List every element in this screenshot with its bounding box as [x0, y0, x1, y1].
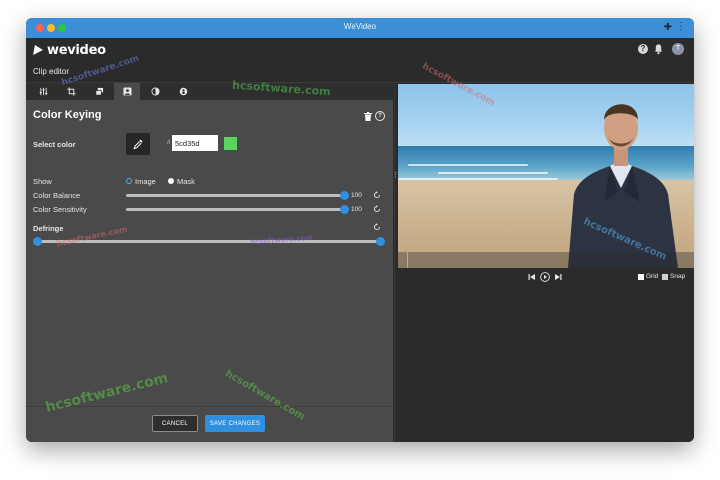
play-icon[interactable] [540, 272, 550, 282]
show-image-radio[interactable] [126, 178, 132, 184]
color-sensitivity-track[interactable] [126, 208, 344, 211]
defringe-max-thumb[interactable] [376, 237, 385, 246]
color-sensitivity-thumb[interactable] [339, 205, 349, 214]
snap-checkbox[interactable] [662, 274, 668, 280]
mask-icon [179, 87, 187, 96]
clip-editor-header: Clip editor [26, 62, 694, 83]
cancel-button[interactable]: CANCEL [152, 415, 198, 432]
show-mask-radio[interactable] [168, 178, 174, 184]
bell-icon[interactable] [653, 43, 664, 55]
preview-wave [408, 164, 528, 166]
logo-mark-icon [33, 45, 44, 55]
section-title: Color Keying [33, 109, 102, 121]
avatar[interactable]: T [672, 43, 684, 55]
editor-tabbar [26, 83, 393, 100]
logo-text: wevideo [47, 42, 106, 58]
tab-layers[interactable] [86, 83, 112, 100]
color-balance-label: Color Balance [33, 191, 81, 200]
app-window: WeVideo ✚ ⋮ wevideo ? T Clip editor Colo… [26, 18, 694, 442]
defringe-min-thumb[interactable] [33, 237, 42, 246]
color-swatch[interactable] [224, 137, 237, 150]
color-balance-thumb[interactable] [339, 191, 349, 200]
help-circle-icon[interactable]: ? [638, 44, 648, 54]
hex-hash-label: # [167, 140, 171, 146]
crop-icon [66, 87, 76, 96]
wevideo-logo[interactable]: wevideo [33, 42, 106, 58]
color-sensitivity-label: Color Sensitivity [33, 205, 87, 214]
footer-divider [26, 406, 393, 407]
reset-icon[interactable] [373, 191, 381, 199]
tab-crop[interactable] [58, 83, 84, 100]
skip-back-icon[interactable] [528, 273, 536, 281]
color-sensitivity-value: 100 [351, 206, 362, 213]
tab-mask[interactable] [170, 83, 196, 100]
trash-icon[interactable] [364, 112, 372, 121]
skip-forward-icon[interactable] [554, 273, 562, 281]
eyedropper-button[interactable] [126, 133, 150, 155]
kebab-menu-icon[interactable]: ⋮ [676, 21, 686, 32]
playhead[interactable] [407, 252, 408, 268]
eyedropper-icon [133, 139, 143, 150]
contrast-icon [150, 87, 160, 96]
defringe-track[interactable] [37, 240, 381, 243]
hex-color-input[interactable] [172, 135, 218, 151]
grid-label: Grid [646, 273, 659, 280]
reset-icon[interactable] [373, 205, 381, 213]
window-titlebar: WeVideo ✚ ⋮ [26, 18, 694, 38]
preview-panel: ⋮ Grid Snap [392, 83, 694, 442]
show-mask-label: Mask [177, 177, 195, 186]
save-changes-button[interactable]: SAVE CHANGES [205, 415, 265, 432]
select-color-label: Select color [33, 140, 76, 149]
show-label: Show [33, 177, 52, 186]
reset-icon[interactable] [373, 223, 381, 231]
clip-editor-title: Clip editor [33, 67, 70, 76]
puzzle-extension-icon[interactable]: ✚ [664, 22, 672, 33]
snap-label: Snap [670, 273, 686, 280]
show-image-label: Image [135, 177, 156, 186]
app-header: wevideo ? T [26, 38, 694, 62]
preview-scrub-area[interactable] [398, 252, 694, 268]
clip-editor-panel: Color Keying ? Select color # Show Image… [26, 83, 393, 442]
preview-wave [438, 172, 548, 174]
window-title: WeVideo [343, 22, 377, 31]
tab-color[interactable] [142, 83, 168, 100]
person-portrait-icon [122, 87, 132, 96]
tab-color-keying[interactable] [114, 83, 140, 100]
help-circle-icon[interactable]: ? [375, 111, 385, 121]
video-preview[interactable] [398, 84, 694, 268]
grid-checkbox[interactable] [638, 274, 644, 280]
panel-resize-handle[interactable]: ⋮ [392, 171, 399, 181]
color-balance-value: 100 [351, 192, 362, 199]
color-balance-track[interactable] [126, 194, 344, 197]
defringe-label: Defringe [33, 224, 64, 233]
presenter-figure [568, 104, 678, 268]
tab-adjust[interactable] [30, 83, 56, 100]
preview-controls: Grid Snap [395, 271, 694, 285]
layers-icon [95, 87, 103, 96]
sliders-icon [39, 87, 47, 96]
